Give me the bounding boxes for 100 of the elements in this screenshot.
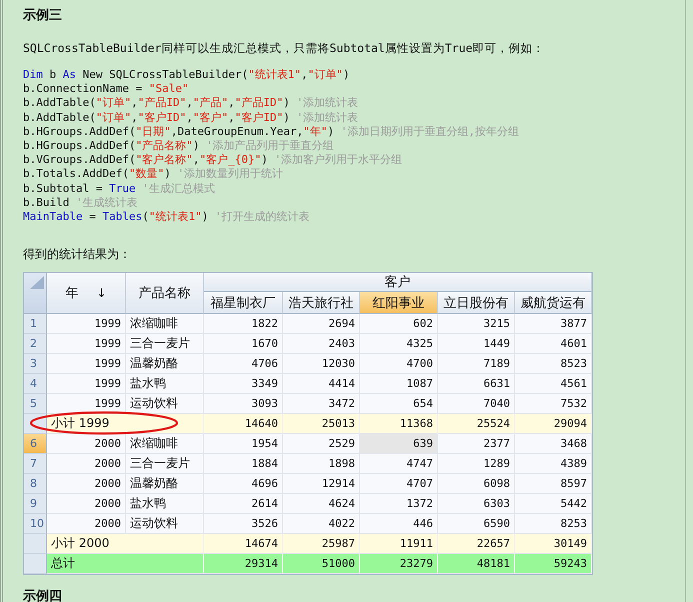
table-cell: 23279 [360,554,438,574]
table-cell: 3215 [438,314,515,334]
table-cell: 2000 [47,514,126,534]
table-cell: 446 [360,514,438,534]
table-cell: 2403 [283,334,360,354]
table-cell: 4022 [283,514,360,534]
table-cell: 48181 [438,554,515,574]
column-header[interactable]: 年 ↓ [47,273,126,314]
table-cell: 1670 [204,334,283,354]
table-cell: 4700 [360,354,438,374]
column-header[interactable]: 产品名称 [126,273,204,314]
table-cell: 5442 [515,494,592,514]
code-line: b.HGroups.AddDef("日期",DateGroupEnum.Year,"年") '添加日期列用于垂直分组,按年分组 [23,124,520,139]
table-cell: 4601 [515,334,592,354]
column-header[interactable]: 立日股份有 [438,292,515,314]
column-header[interactable]: 福星制衣厂 [204,292,283,314]
corner-triangle-icon [28,276,44,290]
table-cell: 7040 [438,394,515,414]
table-cell: 14640 [204,414,283,434]
table-cell: 盐水鸭 [126,374,204,394]
column-header[interactable]: 浩天旅行社 [283,292,360,314]
table-cell: 2529 [283,434,360,454]
column-header[interactable]: 红阳事业 [360,292,438,314]
table-cell: 温馨奶酪 [126,354,204,374]
table-cell: 2694 [283,314,360,334]
table-cell: 51000 [283,554,360,574]
code-line: b.HGroups.AddDef("产品名称") '添加产品列用于垂直分组 [23,138,335,154]
table-cell: 1999 [47,334,126,354]
table-cell: 1289 [438,454,515,474]
column-header[interactable]: 威航货运有 [515,292,592,314]
table-cell: 11911 [360,534,438,554]
table-cell: 11368 [360,414,438,434]
table-cell: 654 [360,394,438,414]
table-cell: 12914 [283,474,360,494]
table-cell: 25013 [283,414,360,434]
table-cell: 25524 [438,414,515,434]
row-header[interactable] [24,534,47,554]
row-header[interactable]: 10 [24,514,47,534]
table-cell: 25987 [283,534,360,554]
table-cell: 1822 [204,314,283,334]
table-cell: 盐水鸭 [126,494,204,514]
table-cell: 2614 [204,494,283,514]
row-header[interactable]: 3 [24,354,47,374]
table-cell: 1999 [47,374,126,394]
table-cell: 2000 [47,454,126,474]
table-cell: 8597 [515,474,592,494]
table-cell: 1954 [204,434,283,454]
row-header[interactable]: 5 [24,394,47,414]
table-cell: 639 [360,434,438,454]
table-cell: 4747 [360,454,438,474]
row-header[interactable]: 1 [24,314,47,334]
table-cell: 2000 [47,474,126,494]
table-cell: 8253 [515,514,592,534]
table-cell: 29314 [204,554,283,574]
select-all-corner[interactable] [24,273,47,314]
table-cell: 4325 [360,334,438,354]
table-cell: 3877 [515,314,592,334]
code-line: b.AddTable("订单","客户ID","客户","客户ID") '添加统计表 [23,110,360,125]
code-line: b.Build '生成统计表 [23,196,139,210]
row-header[interactable]: 7 [24,454,47,474]
table-cell: 59243 [515,554,592,574]
code-line: MainTable = Tables("统计表1") '打开生成的统计表 [23,210,311,224]
table-cell: 1449 [438,334,515,354]
table-cell: 7532 [515,394,592,414]
table-cell: 3472 [283,394,360,414]
table-cell: 8523 [515,354,592,374]
table-cell: 1087 [360,374,438,394]
table-cell: 总计 [47,554,204,574]
table-cell: 温馨奶酪 [126,474,204,494]
table-cell: 1999 [47,394,126,414]
table-cell: 3526 [204,514,283,534]
table-cell: 4389 [515,454,592,474]
table-cell: 2000 [47,434,126,454]
table-cell: 1372 [360,494,438,514]
group-header: 客户 [204,273,592,292]
row-header[interactable]: 4 [24,374,47,394]
table-cell: 4706 [204,354,283,374]
table-cell: 浓缩咖啡 [126,314,204,334]
table-cell: 2377 [438,434,515,454]
table-cell: 1999 [47,314,126,334]
row-header[interactable]: 6 [24,434,47,454]
code-line: b.AddTable("订单","产品ID","产品","产品ID") '添加统计表 [23,96,360,111]
table-cell: 4414 [283,374,360,394]
table-cell: 小计 2000 [47,534,204,554]
table-cell: 4624 [283,494,360,514]
row-header[interactable]: 9 [24,494,47,514]
table-cell: 三合一麦片 [126,454,204,474]
table-cell: 12030 [283,354,360,374]
row-header[interactable]: 2 [24,334,47,354]
result-label: 得到的统计结果为： [23,246,132,264]
row-header[interactable] [24,554,47,574]
table-cell: 3349 [204,374,283,394]
table-cell: 2000 [47,494,126,514]
table-cell: 运动饮料 [126,514,204,534]
table-cell: 602 [360,314,438,334]
table-cell: 14674 [204,534,283,554]
table-cell: 7189 [438,354,515,374]
code-line: b.Subtotal = True '生成汇总模式 [23,182,216,196]
row-header[interactable]: 8 [24,474,47,494]
table-cell: 浓缩咖啡 [126,434,204,454]
